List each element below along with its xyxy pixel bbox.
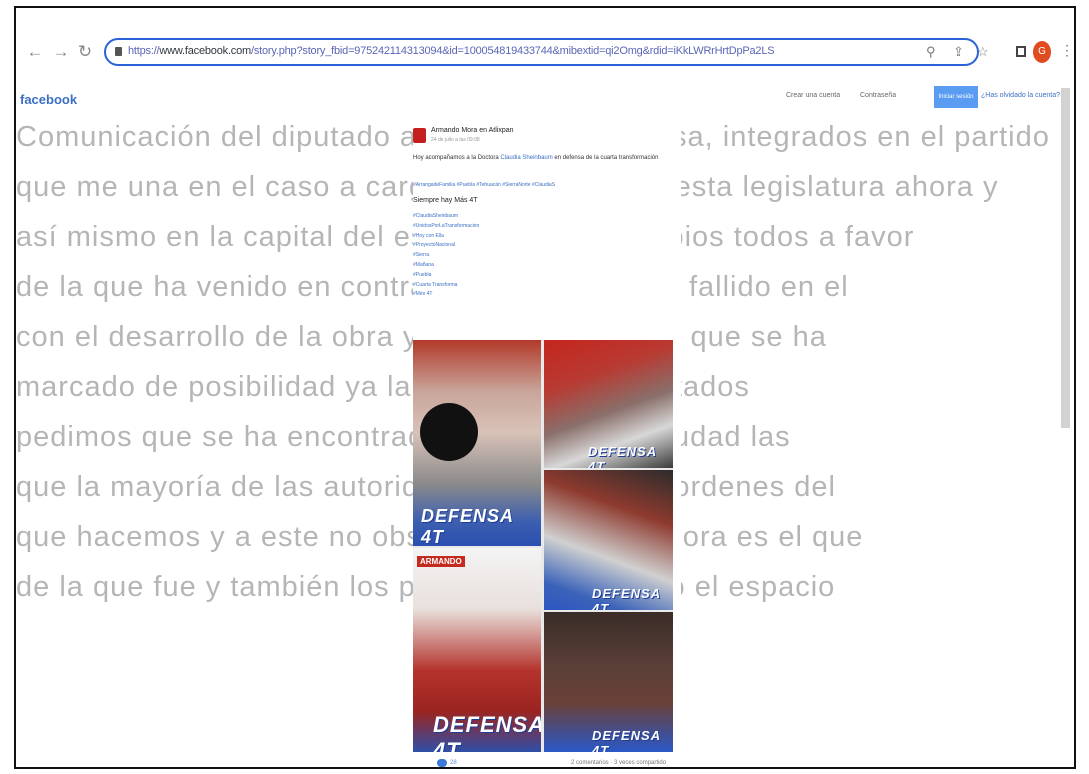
header-link-create[interactable]: Crear una cuenta	[786, 92, 840, 99]
post-hashtag-line[interactable]: #ArrangadeFamilia #Puebla #Tehuacán #Sie…	[413, 182, 555, 188]
hashtag-link[interactable]: #Méx 4T	[413, 291, 479, 301]
banner-text: DEFENSA 4T	[421, 506, 514, 546]
header-link-password[interactable]: Contraseña	[860, 92, 896, 99]
photo-candidate-speech[interactable]: ARMANDO DEFENSA 4T	[413, 548, 541, 752]
author-avatar[interactable]	[413, 128, 426, 143]
back-button[interactable]: ←	[24, 41, 46, 63]
share-icon[interactable]: ⇪	[953, 44, 964, 60]
hashtag-link[interactable]: #ProyectoNacional	[413, 242, 479, 252]
hashtag-link[interactable]: #Puebla	[413, 272, 479, 282]
photo-collage[interactable]: DEFENSA 4T DEFENSA 4T DEFENSA 4T ARMANDO…	[413, 340, 673, 752]
lock-icon	[115, 47, 122, 56]
reaction-count[interactable]: 28	[450, 760, 457, 766]
facebook-logo[interactable]: facebook	[20, 92, 77, 107]
photo-crowd[interactable]: DEFENSA 4T	[544, 612, 673, 752]
sidepanel-icon[interactable]	[1016, 46, 1026, 57]
red-tag: ARMANDO	[417, 556, 465, 567]
post-mention-link[interactable]: Claudia Sheinbaum	[500, 155, 552, 161]
comment-share-count[interactable]: 2 comentarios · 3 veces compartido	[571, 760, 666, 766]
address-bar[interactable]: https://www.facebook.com/story.php?story…	[104, 38, 979, 66]
post-author[interactable]: Armando Mora en Atlixpan	[431, 127, 514, 134]
browser-toolbar: ← → ↻ https://www.facebook.com/story.php…	[16, 8, 1074, 66]
facebook-header: facebook Crear una cuenta Contraseña Ini…	[16, 76, 1074, 114]
hashtag-list: #ClaudiaSheinbaum #UnidosPorLaTransforma…	[413, 213, 479, 301]
banner-text: DEFENSA 4T	[588, 444, 657, 468]
banner-text: DEFENSA 4T	[433, 712, 541, 752]
hashtag-link[interactable]: #UnidosPorLaTransformacion	[413, 223, 479, 233]
hashtag-link[interactable]: #ClaudiaSheinbaum	[413, 213, 479, 223]
forgot-account-link[interactable]: ¿Has olvidado la cuenta?	[981, 92, 1060, 99]
post-date[interactable]: 24 de julio a las 09:08	[431, 137, 480, 143]
hashtag-link[interactable]: #Cuarta Transforma	[413, 282, 479, 292]
post-text: Hoy acompañamos a la Doctora Claudia She…	[413, 155, 659, 161]
star-icon[interactable]: ☆	[977, 44, 989, 60]
hashtag-link[interactable]: #Sierra	[413, 252, 479, 262]
hashtag-link[interactable]: #Mañana	[413, 262, 479, 272]
scrollbar[interactable]	[1061, 88, 1070, 428]
reload-button[interactable]: ↻	[74, 41, 96, 63]
banner-text: DEFENSA 4T	[592, 728, 661, 752]
zoom-icon[interactable]: ⚲	[926, 44, 936, 60]
screenshot-frame: ← → ↻ https://www.facebook.com/story.php…	[14, 6, 1076, 769]
forward-button[interactable]: →	[50, 41, 72, 63]
login-button[interactable]: Iniciar sesión	[934, 86, 978, 108]
photo-rally-3[interactable]: DEFENSA 4T	[544, 470, 673, 610]
hashtag-link[interactable]: #Hoy con Ella	[413, 233, 479, 243]
post-label: Siempre hay Más 4T	[413, 197, 478, 204]
reaction-icons[interactable]	[437, 759, 447, 767]
banner-text: DEFENSA 4T	[592, 586, 661, 610]
photo-rally-2[interactable]: DEFENSA 4T	[544, 340, 673, 468]
profile-avatar[interactable]: G	[1033, 41, 1051, 63]
url-text: https://www.facebook.com/story.php?story…	[128, 45, 775, 57]
redaction-circle	[420, 403, 478, 461]
menu-kebab-icon[interactable]: ⋮	[1060, 42, 1074, 59]
